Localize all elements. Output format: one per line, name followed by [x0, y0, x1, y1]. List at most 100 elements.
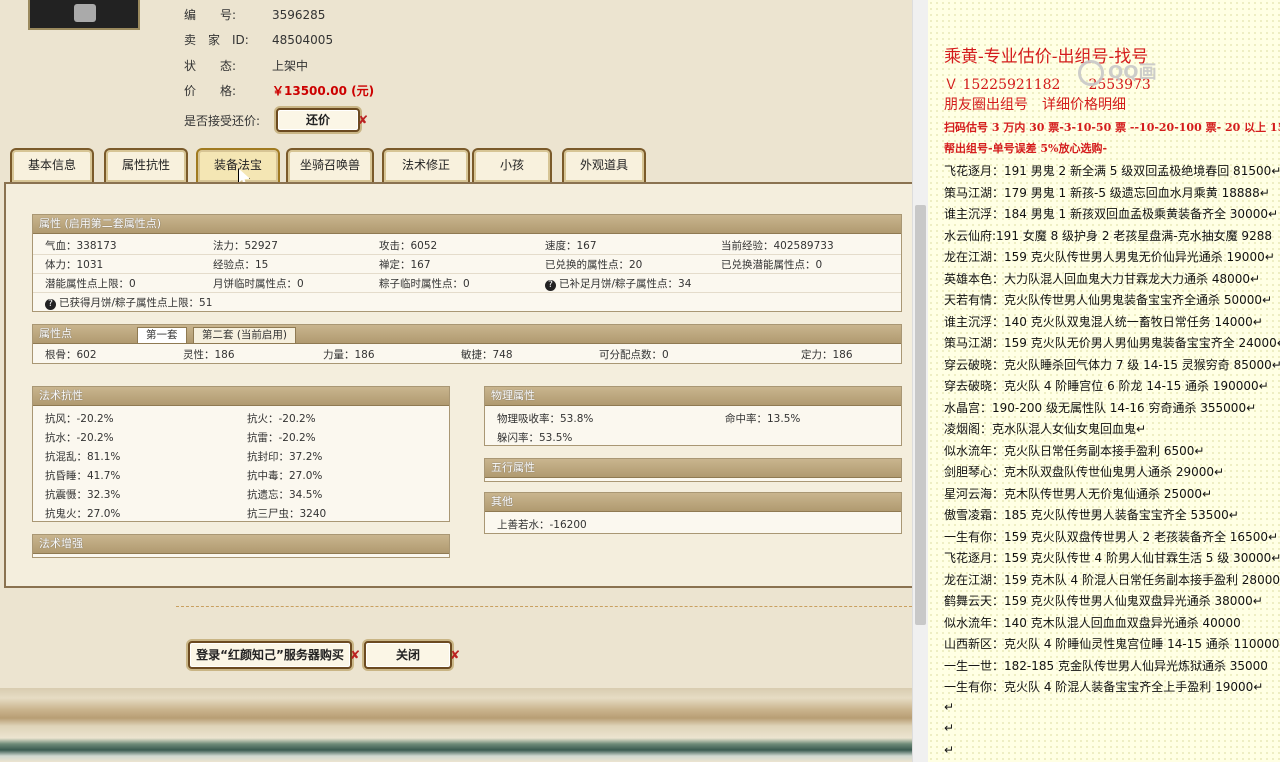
other-header: 其他: [485, 493, 901, 512]
resist-seal: 抗封印：37.2%: [247, 451, 323, 463]
stat-obtained-cap: ? 已获得月饼/粽子属性点上限：51: [45, 295, 212, 310]
stat-exp-points: 经验点：15: [213, 259, 269, 271]
row-divider: [33, 292, 901, 293]
note-item: 策马江湖：179 男鬼 1 新孩-5 级遗忘回血水月乘黄 18888↵: [944, 185, 1270, 200]
phys-absorb: 物理吸收率：53.8%: [497, 413, 594, 425]
scrollbar-thumb[interactable]: [915, 205, 926, 625]
resist-forget: 抗遗忘：34.5%: [247, 489, 323, 501]
listing-status: 状 态: 上架中: [184, 59, 309, 73]
divider: [176, 606, 912, 607]
stat-potential-cap: 潜能属性点上限：0: [45, 278, 136, 290]
note-item: 鹤舞云天：159 克火队传世男人仙鬼双盘异光通杀 38000↵: [944, 594, 1263, 608]
stat-redeemed-points: 已兑换的属性点：20: [545, 259, 643, 271]
tab-attributes[interactable]: 属性抗性: [104, 148, 188, 182]
bargain-button[interactable]: 还价 ✘: [276, 108, 368, 132]
points-box: 属性点 第一套 第二套 (当前启用) 根骨：602 灵性：186 力量：186 …: [32, 324, 902, 364]
note-item: 英雄本色：大力队混人回血鬼大力甘霖龙大力通杀 48000↵: [944, 271, 1261, 286]
note-item: 龙在江湖：159 克木队 4 阶混人日常任务副本接手盈利 28000↵: [944, 572, 1280, 587]
stat-exp: 当前经验：402589733: [721, 240, 834, 252]
resist-fire: 抗火：-20.2%: [247, 413, 316, 425]
phys-hit: 命中率：13.5%: [725, 413, 801, 425]
note-item: 水晶宫：190-200 级无属性队 14-16 穷奇通杀 355000↵: [944, 400, 1257, 415]
notes-line4: 扫码估号 3 万内 30 票-3-10-50 票 --10-20-100 票- …: [944, 121, 1280, 134]
note-item: 剑胆琴心：克木队双盘队传世仙鬼男人通杀 29000↵: [944, 465, 1225, 479]
note-item: 穿去破晓：克火队 4 阶睡宫位 6 阶龙 14-15 通杀 190000↵: [944, 379, 1269, 393]
listing-number: 编 号: 3596285: [184, 8, 326, 22]
resist-worm: 抗三尸虫：3240: [247, 508, 327, 520]
notes-line3: 朋友圈出组号 详细价格明细: [944, 97, 1126, 113]
spell-resist-box: 法术抗性 抗风：-20.2% 抗火：-20.2% 抗水：-20.2% 抗雷：-2…: [32, 386, 450, 522]
subtab-second-set[interactable]: 第二套 (当前启用): [193, 327, 297, 344]
tab-appearance[interactable]: 外观道具: [562, 148, 646, 182]
tab-mounts-pets[interactable]: 坐骑召唤兽: [286, 148, 374, 182]
row-divider: [33, 273, 901, 274]
close-x-icon: ✘: [349, 648, 360, 662]
note-item: 谁主沉浮：184 男鬼 1 新孩双回血孟极乘黄装备齐全 30000↵: [944, 207, 1279, 221]
buy-login-button[interactable]: 登录“红颜知己”服务器购买 ✘: [188, 641, 360, 669]
phys-dodge: 躲闪率：53.5%: [497, 432, 573, 444]
note-item: 一生有你：克火队 4 阶混人装备宝宝齐全上手盈利 19000↵: [944, 680, 1264, 694]
row-divider: [33, 254, 901, 255]
stat-zongzi-temp: 粽子临时属性点：0: [379, 278, 470, 290]
attributes-header: 属性 (启用第二套属性点): [33, 215, 901, 234]
note-item: 一生有你：159 克火队双盘传世男人 2 老孩装备齐全 16500↵: [944, 529, 1279, 544]
vertical-scrollbar[interactable]: [912, 0, 929, 762]
note-item: 似水流年：140 克木队混人回血血双盘异光通杀 40000: [944, 615, 1241, 630]
tab-basic-info[interactable]: 基本信息: [10, 148, 94, 182]
stat-speed: 速度：167: [545, 240, 597, 252]
bargain-label: 是否接受还价:: [184, 114, 261, 128]
note-item: 穿云破晓：克火队睡杀回气体力 7 级 14-15 灵猴穷奇 85000↵: [944, 357, 1280, 372]
stat-attack: 攻击：6052: [379, 240, 438, 252]
resist-stun: 抗震慑：32.3%: [45, 489, 121, 501]
resist-thunder: 抗雷：-20.2%: [247, 432, 316, 444]
close-x-icon: ✘: [449, 648, 460, 662]
listing-seller: 卖 家 ID: 48504005: [184, 33, 334, 47]
tab-spell-correction[interactable]: 法术修正: [382, 148, 470, 182]
elements-box: 五行属性: [484, 458, 902, 482]
listing-price: 价 格: ￥13500.00 (元): [184, 84, 375, 98]
point-strength: 力量：186: [323, 349, 375, 361]
note-item: 似水流年：克火队日常任务副本接手盈利 6500↵: [944, 443, 1205, 458]
note-item: 凌烟阁：克水队混人女仙女鬼回血鬼↵: [944, 422, 1147, 436]
game-window: 编 号: 3596285 卖 家 ID: 48504005 状 态: 上架中 价 格:…: [0, 0, 912, 762]
stat-zen: 禅定：167: [379, 259, 431, 271]
spell-resist-header: 法术抗性: [33, 387, 449, 406]
spell-boost-box: 法术增强: [32, 534, 450, 558]
notes-line5: 帮出组号-单号误差 5%放心选购-: [944, 142, 1108, 155]
note-item: 龙在江湖：159 克火队传世男人男鬼无价仙异光通杀 19000↵: [944, 250, 1275, 264]
point-endurance: 定力：186: [801, 349, 853, 361]
stat-hp: 气血：338173: [45, 240, 117, 252]
help-icon[interactable]: ?: [45, 299, 56, 310]
resist-wind: 抗风：-20.2%: [45, 413, 114, 425]
note-item: 傲雪凌霜：185 克火队传世男人装备宝宝齐全 53500↵: [944, 508, 1239, 522]
subtab-first-set[interactable]: 第一套: [137, 327, 187, 344]
note-item: ↵: [944, 721, 955, 735]
point-free: 可分配点数：0: [599, 349, 669, 361]
note-item: 山西新区：克火队 4 阶睡仙灵性鬼宫位睡 14-15 通杀 110000: [944, 637, 1280, 651]
stat-redeemed-potential: 已兑换潜能属性点：0: [721, 259, 823, 271]
elements-header: 五行属性: [485, 459, 901, 478]
note-item: 星河云海：克木队传世男人无价鬼仙通杀 25000↵: [944, 486, 1213, 501]
resist-chaos: 抗混乱：81.1%: [45, 451, 121, 463]
note-item: ↵: [944, 699, 955, 714]
notes-panel: 乘黄-专业估价-出组号-找号 Ｖ 15225921182 2553973 QQ画…: [928, 0, 1280, 762]
point-agility: 敏捷：748: [461, 349, 513, 361]
note-item: 水云仙府:191 女魔 8 级护身 2 老孩星盘满-克水抽女魔 9288: [944, 228, 1272, 243]
physical-box: 物理属性 物理吸收率：53.8% 命中率：13.5% 躲闪率：53.5%: [484, 386, 902, 446]
stat-mooncake-temp: 月饼临时属性点：0: [213, 278, 304, 290]
resist-sleep: 抗昏睡：41.7%: [45, 470, 121, 482]
close-button[interactable]: 关闭 ✘: [364, 641, 460, 669]
attributes-box: 属性 (启用第二套属性点) 气血：338173 法力：52927 攻击：6052…: [32, 214, 902, 312]
resist-water: 抗水：-20.2%: [45, 432, 114, 444]
help-icon[interactable]: ?: [545, 280, 556, 291]
spell-boost-header: 法术增强: [33, 535, 449, 554]
note-item: 飞花逐月：159 克火队传世 4 阶男人仙甘霖生活 5 级 30000↵: [944, 551, 1280, 565]
note-item: 一生一世：182-185 克金队传世男人仙异光炼狱通杀 35000: [944, 658, 1268, 673]
close-x-icon: ✘: [357, 113, 368, 127]
note-item: 谁主沉浮：140 克火队双鬼混人统一畜牧日常任务 14000↵: [944, 314, 1263, 329]
tab-children[interactable]: 小孩: [472, 148, 552, 182]
stat-filled-points: ? 已补足月饼/粽子属性点：34: [545, 276, 691, 291]
physical-header: 物理属性: [485, 387, 901, 406]
point-magic: 灵性：186: [183, 349, 235, 361]
note-item: 飞花逐月：191 男鬼 2 新全满 5 级双回孟极绝境春回 81500↵: [944, 164, 1280, 178]
